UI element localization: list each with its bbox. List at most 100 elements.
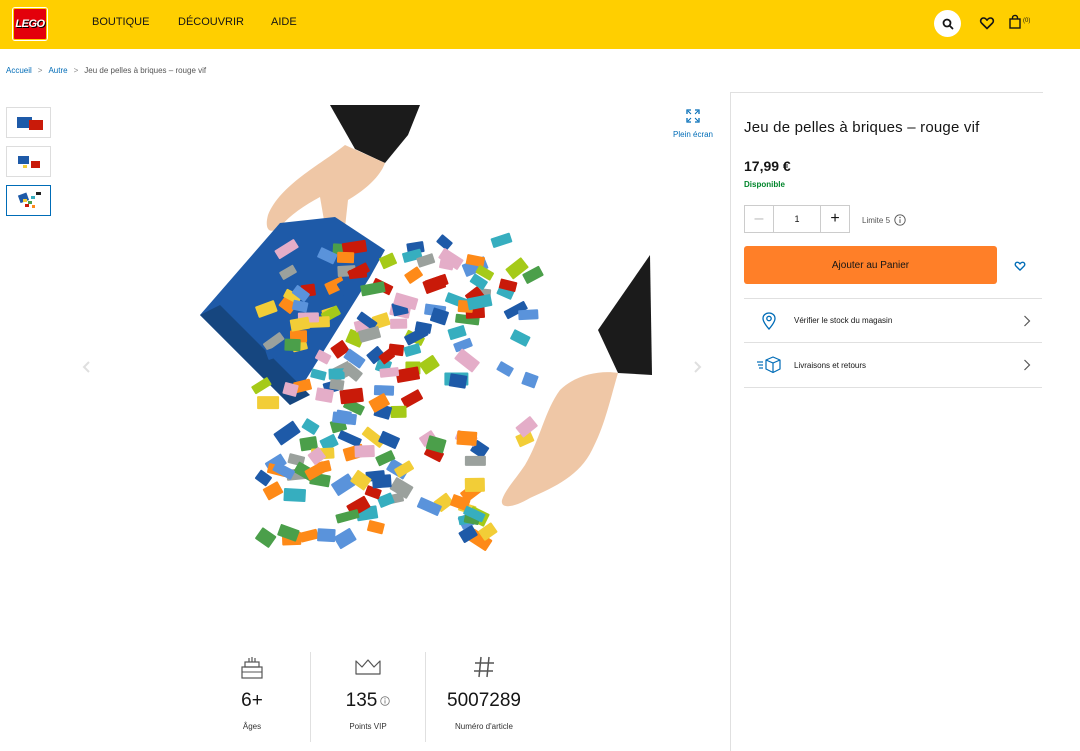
- thumbnail-2[interactable]: [6, 146, 51, 177]
- quantity-stepper: – 1 +: [744, 205, 850, 233]
- breadcrumb-current: Jeu de pelles à briques – rouge vif: [84, 66, 207, 75]
- limit-label: Limite 5: [862, 215, 891, 225]
- lego-brick: [464, 455, 486, 466]
- lego-brick: [510, 329, 531, 347]
- product-title: Jeu de pelles à briques – rouge vif: [744, 119, 980, 136]
- expand-icon: [686, 109, 700, 123]
- nav-boutique[interactable]: BOUTIQUE: [92, 16, 149, 28]
- info-icon[interactable]: [380, 696, 391, 706]
- lego-brick: [335, 509, 360, 524]
- quantity-decrease-button[interactable]: –: [745, 206, 774, 232]
- lego-brick: [301, 418, 320, 435]
- lego-brick: [328, 368, 345, 380]
- lego-brick: [329, 378, 345, 391]
- location-pin-icon: [762, 311, 776, 330]
- divider: [730, 92, 731, 751]
- lego-brick: [378, 430, 400, 449]
- check-store-stock-label: Vérifier le stock du magasin: [794, 316, 893, 325]
- thumbnail-image: [17, 191, 41, 208]
- vip-label: Points VIP: [349, 722, 387, 731]
- birthday-cake-icon: [241, 657, 263, 679]
- lego-brick: [419, 354, 440, 375]
- search-button[interactable]: [934, 10, 961, 37]
- lego-brick: [331, 473, 356, 496]
- search-icon: [942, 18, 953, 29]
- lego-brick: [447, 325, 467, 341]
- item-number-label: Numéro d'article: [455, 722, 513, 731]
- lego-brick: [367, 520, 385, 535]
- lego-brick: [403, 343, 422, 357]
- lego-brick: [371, 474, 392, 489]
- thumbnail-3[interactable]: [6, 185, 51, 216]
- product-main-image: [200, 105, 652, 551]
- lego-brick: [390, 318, 408, 329]
- fullscreen-button[interactable]: Plein écran: [666, 109, 720, 139]
- product-price: 17,99 €: [744, 158, 791, 174]
- cart-count: (0): [1023, 18, 1031, 24]
- lego-brick: [257, 396, 280, 410]
- divider: [425, 652, 426, 742]
- lego-brick: [310, 368, 327, 381]
- thumbnail-image: [16, 116, 43, 130]
- breadcrumb: Accueil > Autre > Jeu de pelles à brique…: [6, 66, 206, 75]
- lego-brick: [448, 373, 468, 389]
- lego-logo[interactable]: LEGO: [12, 7, 48, 41]
- wishlist-button[interactable]: [979, 15, 997, 33]
- chevron-right-icon: >: [73, 66, 79, 75]
- chevron-right-icon: [1024, 315, 1031, 326]
- lego-brick: [251, 377, 272, 395]
- lego-brick: [277, 524, 300, 542]
- lego-brick: [390, 405, 407, 418]
- lego-brick: [339, 387, 364, 405]
- cart-button[interactable]: [1008, 14, 1038, 34]
- lego-brick: [521, 371, 539, 389]
- breadcrumb-home[interactable]: Accueil: [6, 66, 32, 75]
- lego-brick: [464, 477, 485, 493]
- lego-brick: [255, 527, 277, 548]
- quantity-increase-button[interactable]: +: [820, 206, 849, 232]
- shopping-bag-icon: [1009, 14, 1021, 29]
- lego-brick: [299, 528, 319, 543]
- chevron-left-icon: [82, 361, 90, 373]
- hash-icon: [474, 656, 494, 678]
- nav-aide[interactable]: AIDE: [271, 16, 297, 28]
- divider: [310, 652, 311, 742]
- add-to-wishlist-button[interactable]: [1010, 256, 1030, 276]
- info-icon[interactable]: [894, 214, 906, 226]
- chevron-right-icon: >: [37, 66, 43, 75]
- lego-brick: [333, 528, 357, 550]
- carousel-next-button[interactable]: [690, 360, 704, 374]
- heart-icon: [979, 17, 995, 30]
- thumbnail-image: [17, 155, 40, 168]
- crown-icon: [355, 659, 381, 675]
- delivery-box-icon: [757, 356, 781, 374]
- lego-brick: [354, 445, 375, 458]
- lego-brick: [284, 338, 301, 352]
- lego-brick: [456, 430, 478, 446]
- quantity-input[interactable]: 1: [774, 206, 820, 232]
- lego-brick: [454, 348, 480, 373]
- shipping-returns-row[interactable]: Livraisons et retours: [744, 343, 1042, 388]
- lego-brick: [515, 416, 538, 438]
- add-to-cart-button[interactable]: Ajouter au Panier: [744, 246, 997, 284]
- spec-ages: 6+ Âges: [222, 652, 282, 731]
- item-number-value: 5007289: [447, 690, 521, 711]
- check-store-stock-row[interactable]: Vérifier le stock du magasin: [744, 298, 1042, 343]
- shipping-returns-label: Livraisons et retours: [794, 360, 867, 370]
- plus-icon: +: [830, 210, 840, 227]
- spec-vip-points: 135 Points VIP: [330, 652, 406, 731]
- lego-brick: [496, 361, 514, 377]
- nav-decouvrir[interactable]: DÉCOUVRIR: [178, 16, 244, 28]
- lego-brick: [518, 309, 539, 321]
- minus-icon: –: [754, 210, 764, 227]
- breadcrumb-category[interactable]: Autre: [48, 66, 67, 75]
- lego-brick: [273, 420, 301, 446]
- thumbnail-1[interactable]: [6, 107, 51, 138]
- ages-label: Âges: [242, 722, 262, 731]
- lego-brick: [490, 232, 513, 248]
- lego-brick: [283, 488, 307, 503]
- carousel-prev-button[interactable]: [80, 360, 94, 374]
- divider: [730, 92, 1043, 93]
- chevron-right-icon: [694, 361, 702, 373]
- heart-icon: [1014, 261, 1026, 271]
